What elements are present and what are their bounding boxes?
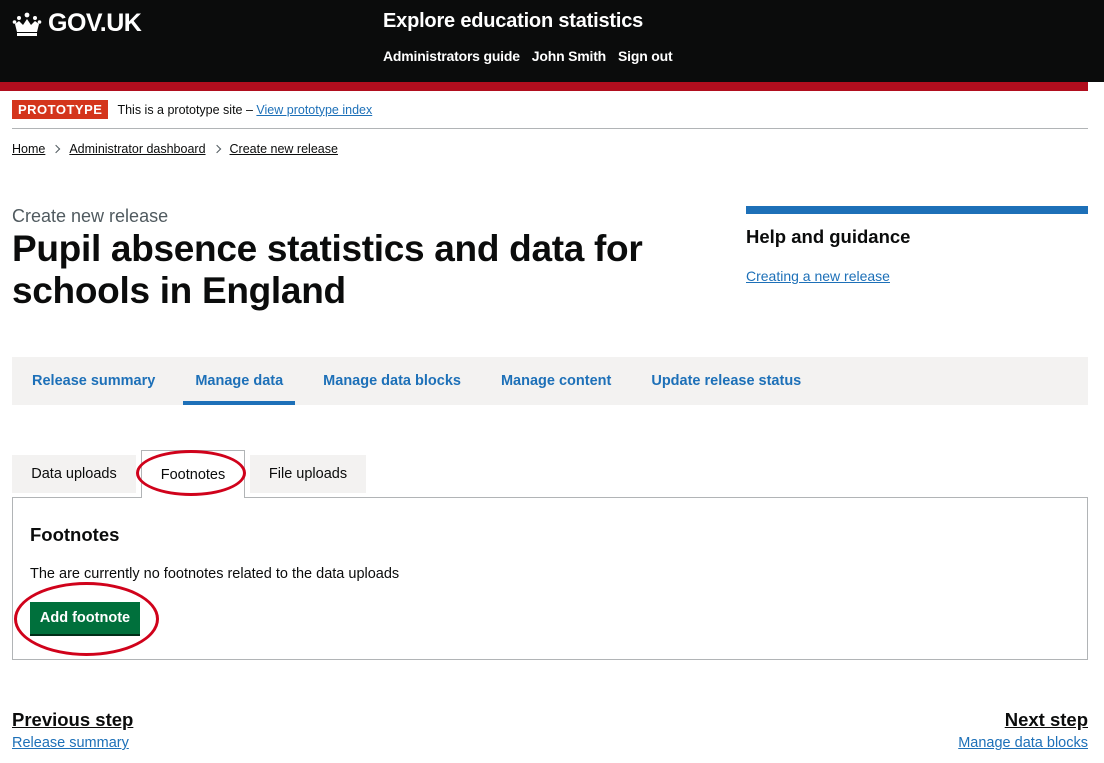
prototype-index-link[interactable]: View prototype index: [256, 103, 372, 117]
breadcrumb-create-new-release[interactable]: Create new release: [230, 142, 338, 156]
release-nav: Release summary Manage data Manage data …: [12, 357, 1088, 405]
phase-tag: PROTOTYPE: [12, 100, 109, 119]
header-accent-bar: [0, 82, 1088, 91]
site-header: GOV.UK Explore education statistics Admi…: [0, 0, 1104, 82]
tab-update-release-status[interactable]: Update release status: [639, 357, 813, 405]
service-name[interactable]: Explore education statistics: [383, 10, 643, 33]
crown-icon: [12, 12, 42, 36]
tab-manage-content[interactable]: Manage content: [489, 357, 623, 405]
next-step-link[interactable]: Manage data blocks: [958, 735, 1088, 751]
phase-text: This is a prototype site – View prototyp…: [117, 103, 372, 117]
subtab-data-uploads[interactable]: Data uploads: [12, 455, 136, 493]
help-and-guidance-panel: Help and guidance Creating a new release: [746, 206, 1088, 286]
tab-manage-data-blocks[interactable]: Manage data blocks: [311, 357, 473, 405]
divider: [12, 128, 1088, 129]
footnotes-panel: Footnotes The are currently no footnotes…: [12, 497, 1088, 660]
footnotes-heading: Footnotes: [30, 524, 120, 545]
breadcrumb-administrator-dashboard[interactable]: Administrator dashboard: [69, 142, 205, 156]
next-step-title[interactable]: Next step: [958, 709, 1088, 731]
subtab-file-uploads[interactable]: File uploads: [250, 455, 366, 493]
tab-release-summary[interactable]: Release summary: [20, 357, 167, 405]
page-title: Pupil absence statistics and data for sc…: [12, 228, 643, 311]
creating-new-release-link[interactable]: Creating a new release: [746, 268, 890, 284]
subtab-footnotes[interactable]: Footnotes: [141, 450, 245, 498]
footnotes-empty-message: The are currently no footnotes related t…: [30, 566, 400, 582]
chevron-right-icon: [212, 144, 221, 154]
page-caption: Create new release: [12, 206, 169, 226]
next-step: Next step Manage data blocks: [958, 709, 1088, 751]
previous-step-title[interactable]: Previous step: [12, 709, 133, 731]
logo-text: GOV.UK: [48, 9, 142, 37]
header-link-administrators-guide[interactable]: Administrators guide: [383, 48, 520, 64]
header-link-sign-out[interactable]: Sign out: [618, 48, 673, 64]
govuk-logo-link[interactable]: GOV.UK: [12, 9, 142, 38]
phase-message: This is a prototype site –: [117, 102, 257, 117]
header-link-user[interactable]: John Smith: [532, 48, 606, 64]
phase-banner: PROTOTYPE This is a prototype site – Vie…: [12, 100, 372, 119]
help-heading: Help and guidance: [746, 226, 911, 247]
breadcrumb-home[interactable]: Home: [12, 142, 45, 156]
breadcrumb: Home Administrator dashboard Create new …: [12, 142, 338, 156]
chevron-right-icon: [52, 144, 61, 154]
previous-step: Previous step Release summary: [12, 709, 133, 751]
add-footnote-button[interactable]: Add footnote: [30, 602, 140, 634]
tab-manage-data[interactable]: Manage data: [183, 357, 296, 405]
previous-step-link[interactable]: Release summary: [12, 735, 133, 751]
header-nav: Administrators guide John Smith Sign out: [383, 48, 673, 64]
